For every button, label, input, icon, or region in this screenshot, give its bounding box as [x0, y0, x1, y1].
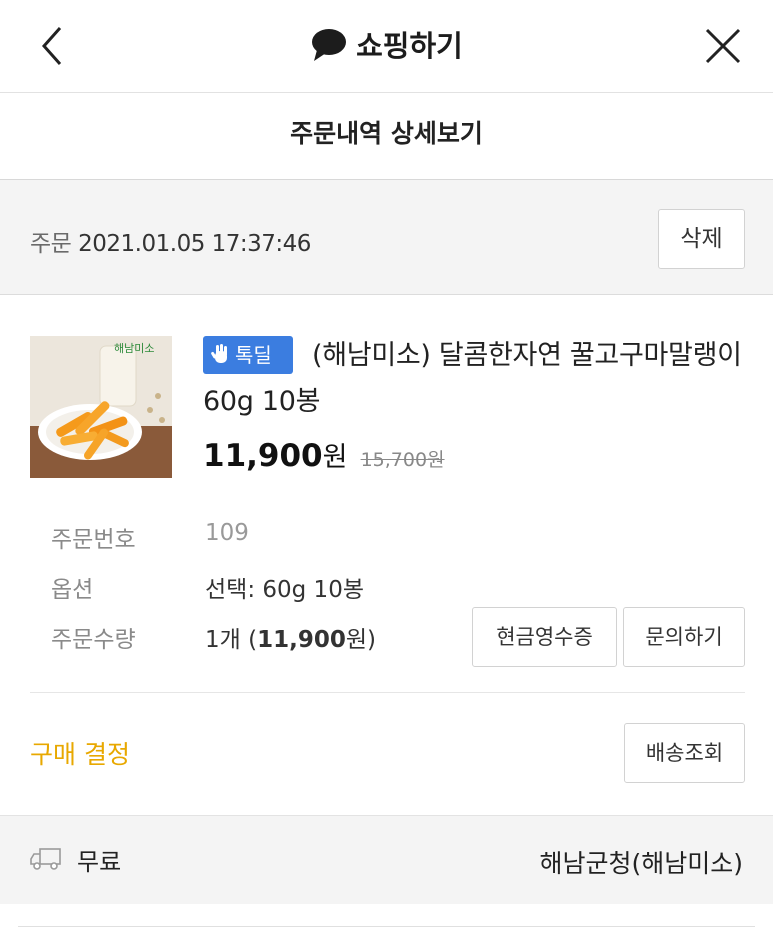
quantity-label: 주문수량 — [51, 627, 136, 653]
order-label: 주문 — [30, 231, 72, 257]
top-bar: 쇼핑하기 — [0, 0, 773, 93]
truck-icon — [30, 846, 62, 876]
order-header: 주문 2021.01.05 17:37:46 삭제 — [0, 180, 773, 295]
product-thumbnail[interactable]: 해남미소 — [30, 336, 172, 478]
sale-price: 11,900 — [203, 438, 323, 474]
quantity-amount: 11,900 — [257, 627, 346, 653]
svg-text:해남미소: 해남미소 — [114, 341, 154, 355]
cash-receipt-button[interactable]: 현금영수증 — [472, 607, 617, 667]
quantity-suffix: 원) — [345, 627, 376, 653]
divider — [30, 692, 745, 693]
product-section: 해남미소 (해남미소) 달콤한자연 꿀고구마말랭이 60g 10봉 톡딜 11,… — [0, 295, 773, 815]
close-button[interactable] — [703, 26, 743, 66]
shipping-bar: 무료 해남군청(해남미소) — [0, 815, 773, 905]
talkdeal-label: 톡딜 — [235, 343, 272, 367]
talkdeal-badge: 톡딜 — [203, 336, 293, 374]
page-title: 주문내역 상세보기 — [290, 119, 483, 148]
quantity-value: 1개 (11,900원) — [205, 620, 376, 654]
option-label: 옵션 — [51, 577, 94, 603]
order-date: 2021.01.05 17:37:46 — [78, 231, 311, 257]
order-number-value: 109 — [205, 520, 249, 546]
seller-name[interactable]: 해남군청(해남미소) — [539, 844, 743, 880]
purchase-decision-link[interactable]: 구매 결정 — [30, 735, 130, 771]
close-icon — [705, 28, 741, 64]
card-edge — [18, 926, 755, 931]
app-title-text: 쇼핑하기 — [356, 29, 463, 63]
next-card-edge — [0, 904, 773, 930]
option-value: 선택: 60g 10봉 — [205, 577, 364, 603]
subtitle-bar: 주문내역 상세보기 — [0, 93, 773, 180]
order-datetime: 주문 2021.01.05 17:37:46 — [30, 224, 311, 258]
quantity-prefix: 1개 ( — [205, 627, 258, 653]
delivery-tracking-button[interactable]: 배송조회 — [624, 723, 745, 783]
original-price: 15,700원 — [360, 449, 445, 471]
inquiry-button[interactable]: 문의하기 — [623, 607, 745, 667]
order-number-label: 주문번호 — [51, 527, 136, 553]
delete-button[interactable]: 삭제 — [658, 209, 745, 269]
hand-wave-icon — [211, 339, 233, 377]
sale-price-unit: 원 — [322, 442, 348, 473]
shipping-fee: 무료 — [77, 848, 122, 876]
price-row: 11,900원 15,700원 — [203, 435, 445, 474]
app-title: 쇼핑하기 — [0, 26, 773, 72]
chat-bubble-icon — [310, 28, 348, 72]
